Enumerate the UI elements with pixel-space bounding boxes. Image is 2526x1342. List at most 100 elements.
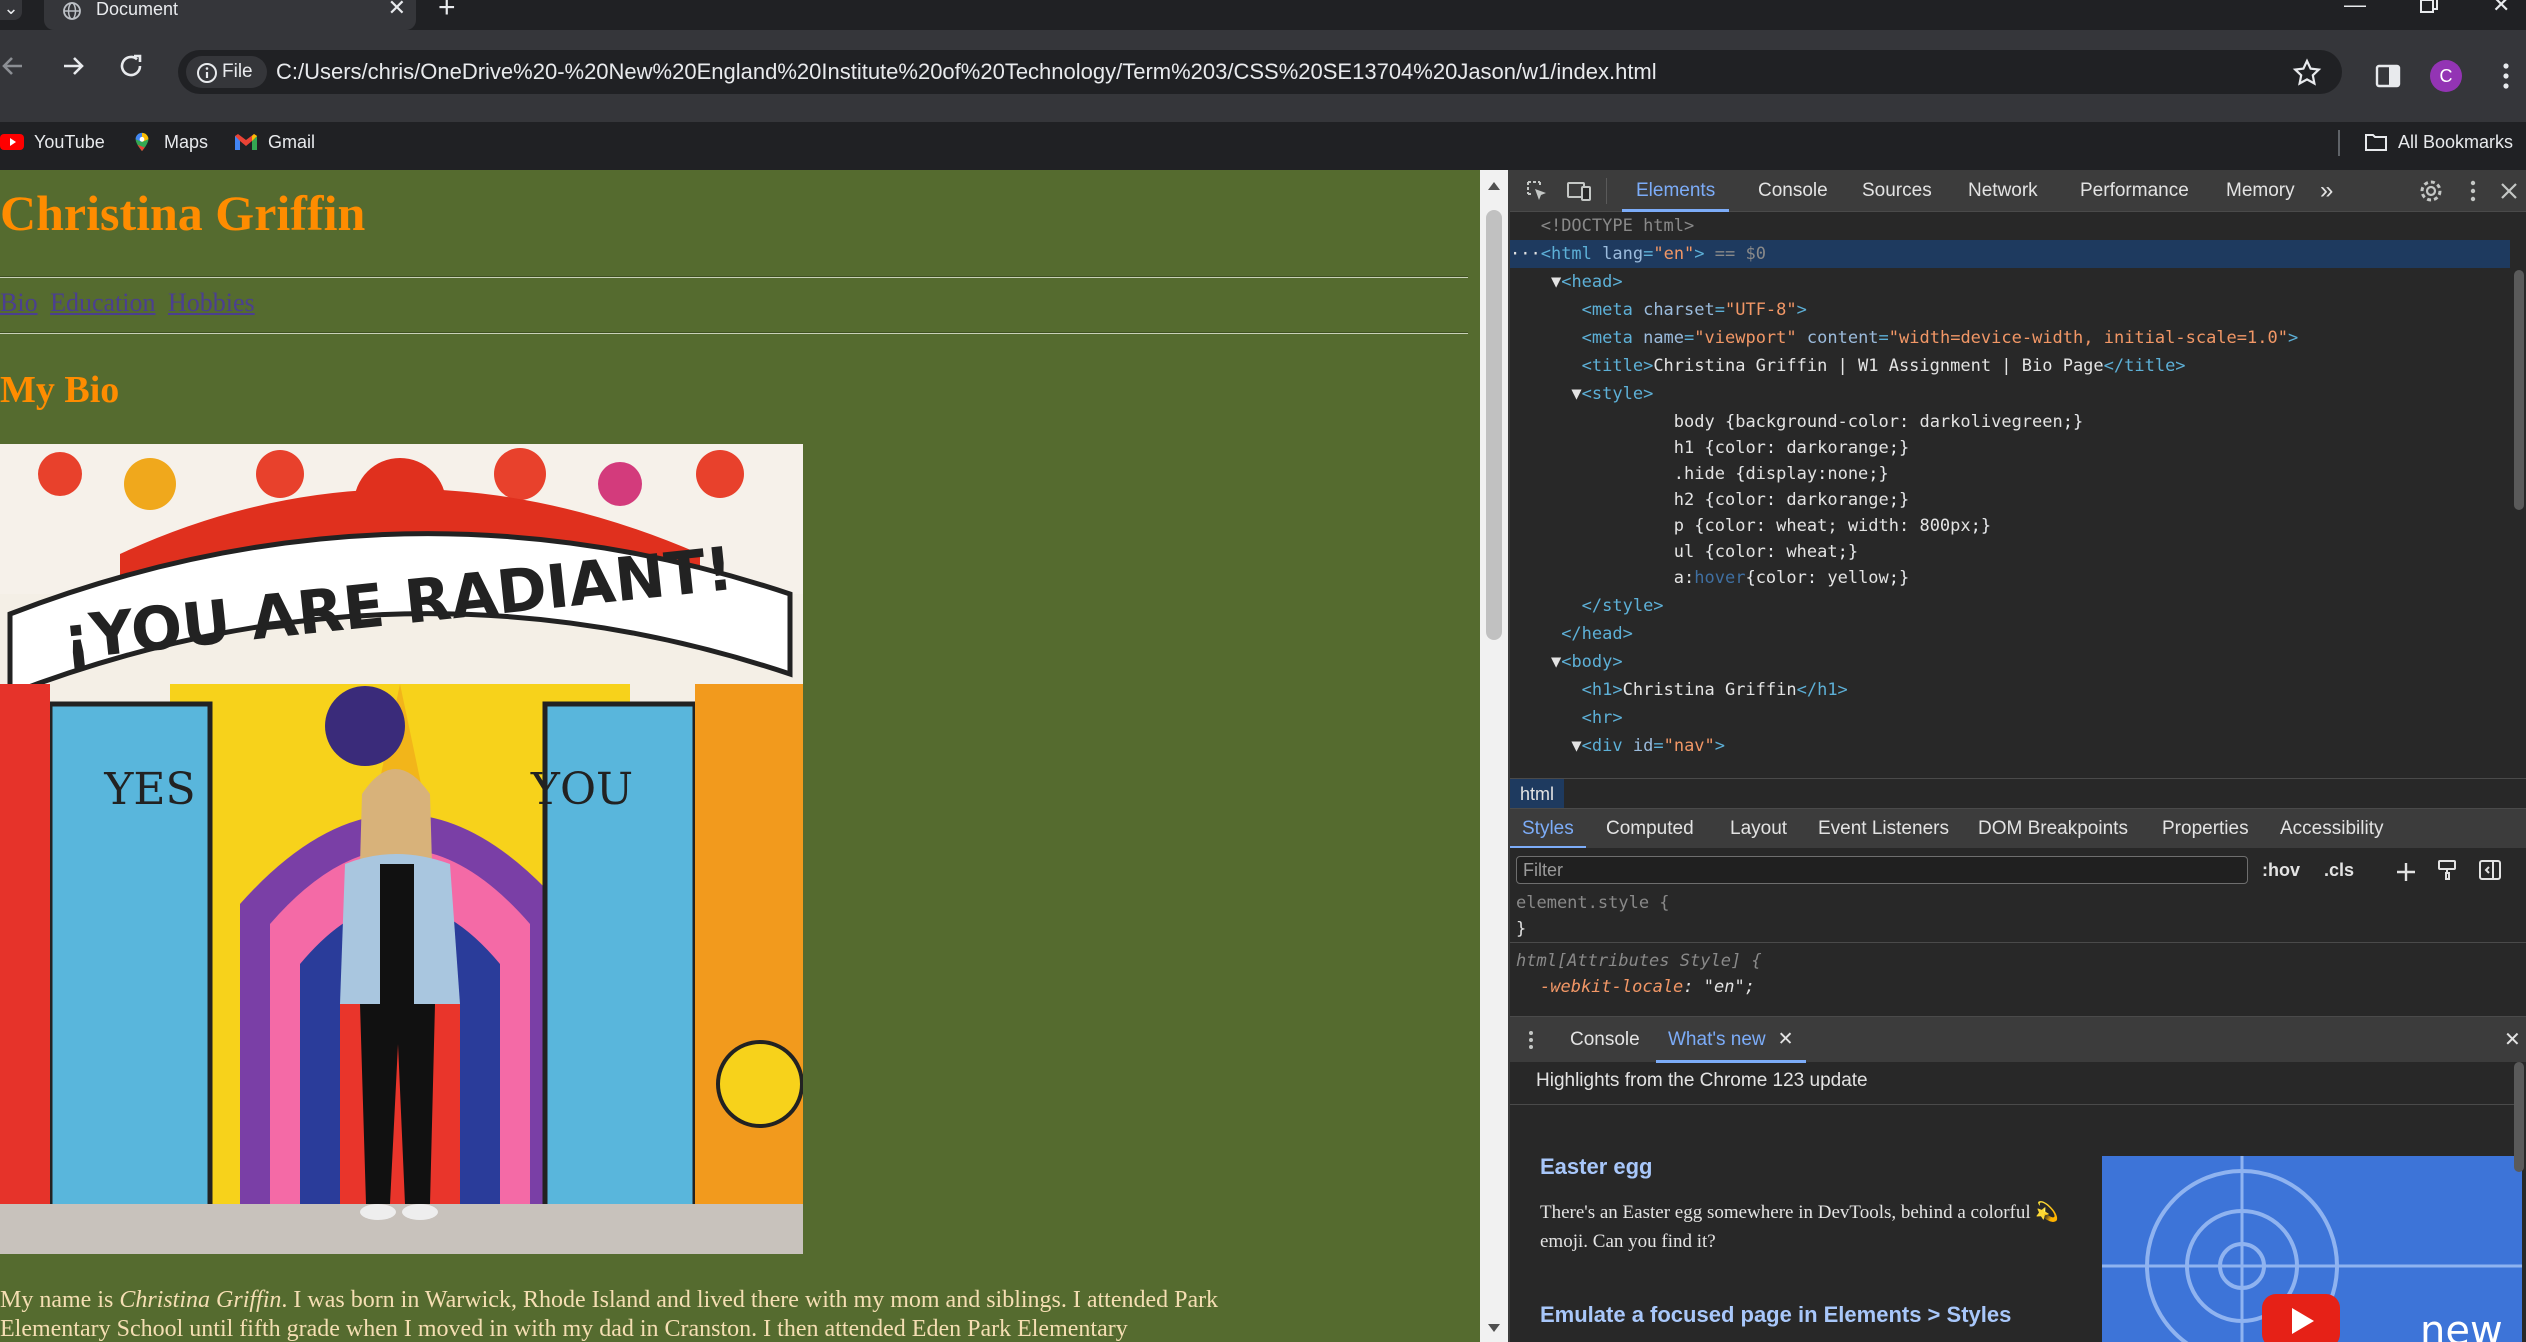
nav-link-education[interactable]: Education bbox=[50, 288, 155, 317]
rule-close-brace: } bbox=[1516, 919, 1527, 939]
dom-node-style-close[interactable]: </style> bbox=[1510, 592, 2510, 620]
tab-network[interactable]: Network bbox=[1968, 170, 2038, 212]
dom-scrollbar[interactable] bbox=[2514, 270, 2524, 510]
mural-yes-text: YES bbox=[103, 764, 195, 815]
dom-node-title[interactable]: <title>Christina Griffin | W1 Assignment… bbox=[1510, 352, 2510, 380]
back-icon[interactable] bbox=[0, 48, 36, 84]
tab-sources[interactable]: Sources bbox=[1862, 170, 1932, 212]
bio-paragraph-prefix: My name is bbox=[0, 1287, 120, 1313]
emulate-focused-heading[interactable]: Emulate a focused page in Elements > Sty… bbox=[1540, 1302, 2011, 1328]
scroll-up-icon[interactable] bbox=[1488, 182, 1500, 190]
profile-avatar[interactable]: C bbox=[2430, 60, 2462, 92]
restore-icon[interactable] bbox=[2418, 0, 2440, 18]
close-tab-icon[interactable]: ✕ bbox=[388, 0, 406, 19]
easter-egg-heading[interactable]: Easter egg bbox=[1540, 1154, 1653, 1180]
css-rule-h1[interactable]: h1 {color: darkorange;} bbox=[1510, 434, 2510, 462]
css-rule-ul[interactable]: ul {color: wheat;} bbox=[1510, 538, 2510, 566]
hov-toggle[interactable]: :hov bbox=[2262, 858, 2300, 882]
site-info-chip[interactable]: File bbox=[186, 56, 267, 88]
tab-layout[interactable]: Layout bbox=[1730, 809, 1787, 849]
tab-event-listeners[interactable]: Event Listeners bbox=[1818, 809, 1949, 849]
styles-tabbar: Styles Computed Layout Event Listeners D… bbox=[1510, 808, 2526, 849]
drawer-scrollbar[interactable] bbox=[2514, 1062, 2524, 1172]
browser-tab[interactable]: Document ✕ bbox=[44, 0, 416, 30]
side-panel-icon[interactable] bbox=[2374, 62, 2402, 90]
styles-filter-input[interactable]: Filter bbox=[1516, 856, 2248, 884]
whats-new-video-thumbnail[interactable]: new bbox=[2102, 1156, 2522, 1342]
tab-search-button[interactable]: ⌄ bbox=[0, 0, 22, 20]
rule-separator bbox=[1510, 942, 2526, 943]
more-menu-icon[interactable] bbox=[2496, 60, 2516, 92]
bookmark-star-icon[interactable] bbox=[2292, 58, 2322, 88]
nav-link-hobbies[interactable]: Hobbies bbox=[168, 288, 255, 317]
bookmark-label: Gmail bbox=[268, 132, 316, 152]
css-rule-body[interactable]: body {background-color: darkolivegreen;} bbox=[1510, 408, 2510, 436]
css-rule-hide[interactable]: .hide {display:none;} bbox=[1510, 460, 2510, 488]
webkit-locale-declaration[interactable]: -webkit-locale: "en"; bbox=[1540, 974, 1755, 1000]
settings-gear-icon[interactable] bbox=[2418, 178, 2444, 204]
tab-memory[interactable]: Memory bbox=[2226, 170, 2295, 212]
horizontal-rule bbox=[0, 332, 1468, 334]
devtools-menu-icon[interactable] bbox=[2460, 178, 2486, 204]
tab-elements[interactable]: Elements bbox=[1622, 170, 1730, 212]
drawer-menu-icon[interactable] bbox=[1526, 1029, 1536, 1051]
element-style-rule[interactable]: element.style { bbox=[1516, 890, 1670, 916]
close-whats-new-icon[interactable]: ✕ bbox=[1778, 1029, 1794, 1050]
new-rule-icon[interactable] bbox=[2394, 860, 2418, 884]
forward-icon[interactable] bbox=[54, 48, 90, 84]
dom-node-head-close[interactable]: </head> bbox=[1510, 620, 2510, 648]
dom-node-meta-charset[interactable]: <meta charset="UTF-8"> bbox=[1510, 296, 2510, 324]
css-rule-h2[interactable]: h2 {color: darkorange;} bbox=[1510, 486, 2510, 514]
tab-dom-breakpoints[interactable]: DOM Breakpoints bbox=[1978, 809, 2128, 849]
cls-toggle[interactable]: .cls bbox=[2324, 858, 2354, 882]
reload-icon[interactable] bbox=[114, 48, 150, 84]
tab-performance[interactable]: Performance bbox=[2080, 170, 2189, 212]
bookmark-divider bbox=[2338, 130, 2340, 156]
dom-node-div-nav[interactable]: ▼<div id="nav"> bbox=[1510, 732, 2510, 760]
attributes-style-rule[interactable]: html[Attributes Style] { bbox=[1516, 948, 1762, 974]
bookmark-youtube[interactable]: YouTube bbox=[0, 124, 105, 160]
close-devtools-icon[interactable] bbox=[2496, 178, 2522, 204]
more-tabs-icon[interactable]: » bbox=[2320, 170, 2333, 212]
css-rule-a-hover[interactable]: a:hover{color: yellow;} bbox=[1510, 564, 2510, 592]
all-bookmarks[interactable]: All Bookmarks bbox=[2364, 124, 2513, 160]
dom-node-html[interactable]: ···<html lang="en"> == $0 bbox=[1510, 240, 2510, 268]
bookmark-gmail[interactable]: Gmail bbox=[234, 124, 315, 160]
file-chip-label: File bbox=[222, 61, 253, 82]
paint-format-icon[interactable] bbox=[2436, 858, 2460, 882]
dom-node-h1[interactable]: <h1>Christina Griffin</h1> bbox=[1510, 676, 2510, 704]
new-tab-button[interactable]: + bbox=[438, 0, 456, 23]
drawer-tab-whats-new[interactable]: What's new ✕ bbox=[1656, 1017, 1806, 1063]
dom-node-hr[interactable]: <hr> bbox=[1510, 704, 2510, 732]
tab-accessibility[interactable]: Accessibility bbox=[2280, 809, 2383, 849]
close-drawer-icon[interactable]: ✕ bbox=[2504, 1017, 2521, 1063]
dom-node-style[interactable]: ▼<style> bbox=[1510, 380, 2510, 408]
drawer-tab-console[interactable]: Console bbox=[1570, 1017, 1640, 1063]
breadcrumb-html[interactable]: html bbox=[1510, 779, 1565, 809]
close-window-icon[interactable]: ✕ bbox=[2492, 0, 2510, 16]
url-text[interactable]: C:/Users/chris/OneDrive%20-%20New%20Engl… bbox=[276, 50, 1657, 94]
page-nav: Bio Education Hobbies bbox=[0, 288, 261, 318]
nav-link-bio[interactable]: Bio bbox=[0, 288, 38, 317]
tab-styles[interactable]: Styles bbox=[1510, 809, 1586, 849]
whats-new-content: Highlights from the Chrome 123 update Ea… bbox=[1510, 1062, 2526, 1342]
dom-node-meta-viewport[interactable]: <meta name="viewport" content="width=dev… bbox=[1510, 324, 2510, 352]
minimize-icon[interactable]: — bbox=[2344, 0, 2366, 16]
dom-node-head[interactable]: ▼<head> bbox=[1510, 268, 2510, 296]
toolbar: File C:/Users/chris/OneDrive%20-%20New%2… bbox=[0, 30, 2526, 122]
tab-properties[interactable]: Properties bbox=[2162, 809, 2249, 849]
page-scrollbar[interactable] bbox=[1480, 170, 1508, 1342]
toggle-sidebar-icon[interactable] bbox=[2478, 858, 2502, 882]
scroll-down-icon[interactable] bbox=[1488, 1324, 1500, 1332]
tab-console[interactable]: Console bbox=[1758, 170, 1828, 212]
dom-node-body[interactable]: ▼<body> bbox=[1510, 648, 2510, 676]
dom-node-doctype[interactable]: <!DOCTYPE html> bbox=[1510, 212, 2510, 240]
css-rule-p[interactable]: p {color: wheat; width: 800px;} bbox=[1510, 512, 2510, 540]
address-bar[interactable]: File C:/Users/chris/OneDrive%20-%20New%2… bbox=[178, 50, 2342, 94]
device-toolbar-icon[interactable] bbox=[1566, 178, 1592, 204]
bookmark-maps[interactable]: Maps bbox=[130, 124, 208, 160]
inspect-element-icon[interactable] bbox=[1524, 178, 1550, 204]
section-heading: My Bio bbox=[0, 369, 120, 411]
tab-computed[interactable]: Computed bbox=[1606, 809, 1694, 849]
scroll-thumb[interactable] bbox=[1486, 210, 1502, 640]
